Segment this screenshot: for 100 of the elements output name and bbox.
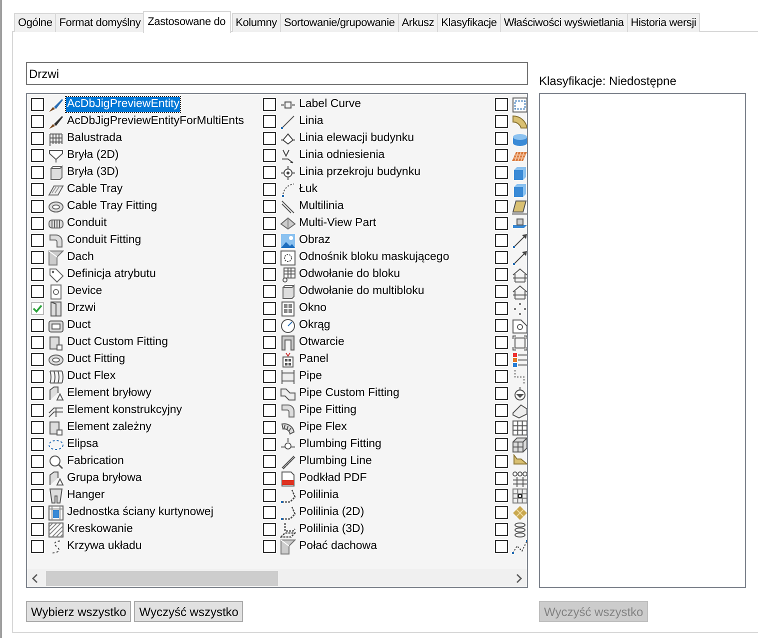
list-item[interactable]: Multi-View Part: [298, 216, 378, 231]
tab[interactable]: Arkusz: [398, 13, 438, 32]
checkbox[interactable]: [495, 336, 508, 349]
checkbox[interactable]: [263, 438, 276, 451]
list-item[interactable]: Pipe Fitting: [298, 403, 358, 418]
checkbox[interactable]: [263, 472, 276, 485]
checkbox[interactable]: [495, 438, 508, 451]
checkbox[interactable]: [263, 540, 276, 553]
checkbox[interactable]: [31, 455, 44, 468]
list-item[interactable]: AcDbJigPreviewEntity: [66, 97, 180, 112]
checkbox[interactable]: [31, 336, 44, 349]
list-item[interactable]: Hanger: [66, 488, 106, 503]
checkbox[interactable]: [263, 115, 276, 128]
list-item[interactable]: Dach: [66, 250, 95, 265]
list-item[interactable]: Kreskowanie: [66, 522, 134, 537]
checkbox[interactable]: [263, 523, 276, 536]
list-item[interactable]: Pipe Flex: [298, 420, 348, 435]
scrollbar-thumb[interactable]: [46, 571, 278, 586]
checkbox[interactable]: [495, 523, 508, 536]
checkbox[interactable]: [31, 285, 44, 298]
list-item[interactable]: Linia elewacji budynku: [298, 131, 416, 146]
checkbox[interactable]: [31, 421, 44, 434]
checkbox[interactable]: [31, 353, 44, 366]
clear-all-button[interactable]: Wyczyść wszystko: [134, 601, 244, 622]
list-item[interactable]: Bryła (2D): [66, 148, 120, 163]
checkbox[interactable]: [31, 200, 44, 213]
list-item[interactable]: Duct Flex: [66, 369, 117, 384]
list-item[interactable]: Łuk: [298, 182, 319, 197]
list-item[interactable]: Polilinia (2D): [298, 505, 366, 520]
list-item[interactable]: Duct Fitting: [66, 352, 126, 367]
checkbox[interactable]: [31, 183, 44, 196]
checkbox[interactable]: [263, 183, 276, 196]
checkbox[interactable]: [495, 268, 508, 281]
list-item[interactable]: Definicja atrybutu: [66, 267, 157, 282]
checkbox[interactable]: [263, 336, 276, 349]
checkbox[interactable]: [263, 353, 276, 366]
list-item[interactable]: Balustrada: [66, 131, 123, 146]
checkbox[interactable]: [31, 217, 44, 230]
checkbox[interactable]: [31, 438, 44, 451]
tab[interactable]: Zastosowane do: [142, 11, 231, 33]
checkbox[interactable]: [263, 387, 276, 400]
list-item[interactable]: Conduit Fitting: [66, 233, 142, 248]
checkbox[interactable]: [31, 489, 44, 502]
checkbox[interactable]: [495, 472, 508, 485]
tab[interactable]: Klasyfikacje: [437, 13, 501, 32]
list-item[interactable]: Duct: [66, 318, 92, 333]
list-item[interactable]: Panel: [298, 352, 330, 367]
checkbox[interactable]: [495, 540, 508, 553]
checkbox[interactable]: [495, 455, 508, 468]
checkbox[interactable]: [495, 489, 508, 502]
checkbox[interactable]: [495, 404, 508, 417]
checkbox[interactable]: [495, 506, 508, 519]
checkbox[interactable]: [495, 319, 508, 332]
checkbox[interactable]: [495, 251, 508, 264]
checkbox[interactable]: [263, 98, 276, 111]
tab[interactable]: Właściwości wyświetlania: [500, 13, 628, 32]
select-all-button[interactable]: Wybierz wszystko: [26, 601, 132, 622]
checkbox[interactable]: [263, 319, 276, 332]
checkbox[interactable]: [263, 285, 276, 298]
list-item[interactable]: Multilinia: [298, 199, 345, 214]
checkbox[interactable]: [31, 132, 44, 145]
checkbox[interactable]: [263, 251, 276, 264]
list-item[interactable]: Device: [66, 284, 104, 299]
checkbox[interactable]: [495, 421, 508, 434]
checkbox[interactable]: [31, 115, 44, 128]
checkbox[interactable]: [31, 523, 44, 536]
checkbox[interactable]: [31, 370, 44, 383]
checkbox[interactable]: [263, 166, 276, 179]
list-item[interactable]: Elipsa: [66, 437, 100, 452]
checkbox[interactable]: [495, 302, 508, 315]
list-item[interactable]: AcDbJigPreviewEntityForMultiEnts: [66, 114, 246, 129]
list-item[interactable]: Okno: [298, 301, 328, 316]
tab[interactable]: Format domyślny: [55, 13, 145, 32]
list-item[interactable]: Element zależny: [66, 420, 152, 435]
checkbox[interactable]: [495, 285, 508, 298]
checkbox[interactable]: [263, 506, 276, 519]
list-item[interactable]: Obraz: [298, 233, 332, 248]
checkbox[interactable]: [495, 387, 508, 400]
checkbox[interactable]: [263, 455, 276, 468]
checkbox[interactable]: [31, 387, 44, 400]
checkbox[interactable]: [495, 217, 508, 230]
list-item[interactable]: Element bryłowy: [66, 386, 152, 401]
checkbox[interactable]: [263, 149, 276, 162]
checkbox[interactable]: [495, 115, 508, 128]
tab[interactable]: Ogólne: [14, 13, 56, 32]
checkbox[interactable]: [263, 489, 276, 502]
list-item[interactable]: Polilinia (3D): [298, 522, 366, 537]
checkbox[interactable]: [263, 234, 276, 247]
checkbox[interactable]: [495, 183, 508, 196]
tab[interactable]: Kolumny: [232, 13, 281, 32]
checkbox[interactable]: [495, 234, 508, 247]
list-item[interactable]: Odwołanie do bloku: [298, 267, 402, 282]
list-item[interactable]: Pipe: [298, 369, 324, 384]
list-item[interactable]: Jednostka ściany kurtynowej: [66, 505, 214, 520]
list-item[interactable]: Grupa bryłowa: [66, 471, 143, 486]
list-item[interactable]: Okrąg: [298, 318, 332, 333]
checkbox[interactable]: [263, 370, 276, 383]
checkbox[interactable]: [31, 506, 44, 519]
list-item[interactable]: Conduit: [66, 216, 108, 231]
checkbox[interactable]: [495, 98, 508, 111]
